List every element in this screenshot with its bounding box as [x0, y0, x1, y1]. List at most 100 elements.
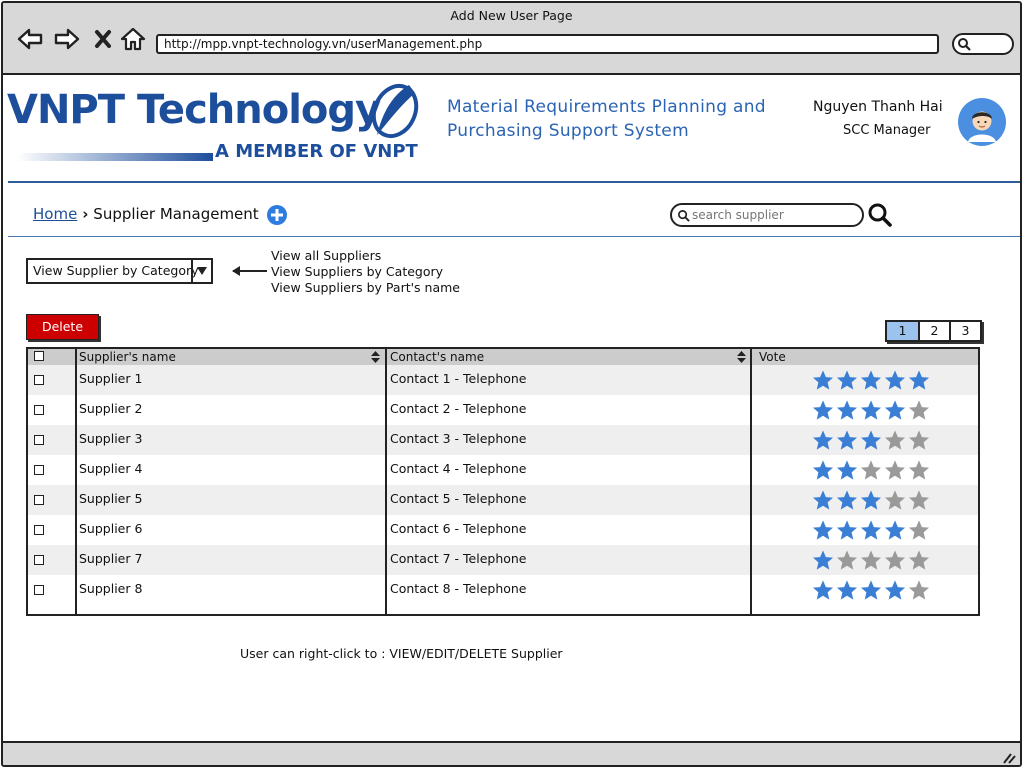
star-filled-icon[interactable]	[835, 519, 859, 541]
star-empty-icon[interactable]	[907, 489, 931, 511]
delete-button[interactable]: Delete	[26, 314, 99, 340]
star-empty-icon[interactable]	[883, 429, 907, 451]
column-header-supplier[interactable]: Supplier's name	[78, 349, 384, 365]
star-empty-icon[interactable]	[883, 489, 907, 511]
star-filled-icon[interactable]	[811, 489, 835, 511]
table-row[interactable]: Supplier 6 Contact 6 - Telephone	[28, 515, 978, 545]
row-checkbox[interactable]	[34, 465, 44, 475]
view-filter-select[interactable]: View Supplier by Category	[26, 258, 213, 284]
supplier-search-field[interactable]	[670, 203, 864, 227]
table-row[interactable]: Supplier 1 Contact 1 - Telephone	[28, 365, 978, 395]
vote-cell	[754, 395, 978, 425]
star-filled-icon[interactable]	[811, 429, 835, 451]
forward-arrow-icon[interactable]	[54, 27, 80, 51]
url-bar[interactable]: http://mpp.vnpt-technology.vn/userManage…	[156, 34, 939, 54]
star-rating[interactable]	[811, 369, 931, 391]
star-filled-icon[interactable]	[811, 369, 835, 391]
table-row[interactable]: Supplier 3 Contact 3 - Telephone	[28, 425, 978, 455]
star-filled-icon[interactable]	[835, 459, 859, 481]
star-empty-icon[interactable]	[907, 459, 931, 481]
star-filled-icon[interactable]	[883, 519, 907, 541]
table-row[interactable]: Supplier 2 Contact 2 - Telephone	[28, 395, 978, 425]
star-filled-icon[interactable]	[835, 579, 859, 601]
search-submit-button[interactable]	[867, 202, 893, 228]
sort-icon[interactable]	[371, 351, 380, 363]
supplier-name-cell: Supplier 8	[78, 575, 384, 605]
row-checkbox[interactable]	[34, 585, 44, 595]
filter-option-part-name[interactable]: View Suppliers by Part's name	[271, 280, 460, 296]
row-checkbox[interactable]	[34, 375, 44, 385]
table-row[interactable]: Supplier 4 Contact 4 - Telephone	[28, 455, 978, 485]
page-button-1[interactable]: 1	[887, 322, 918, 340]
star-empty-icon[interactable]	[907, 399, 931, 421]
page-button-3[interactable]: 3	[949, 322, 980, 340]
star-empty-icon[interactable]	[883, 549, 907, 571]
star-rating[interactable]	[811, 579, 931, 601]
contact-name-cell: Contact 5 - Telephone	[388, 485, 750, 515]
star-filled-icon[interactable]	[835, 399, 859, 421]
star-empty-icon[interactable]	[859, 549, 883, 571]
row-checkbox[interactable]	[34, 555, 44, 565]
filter-option-category[interactable]: View Suppliers by Category	[271, 264, 460, 280]
star-filled-icon[interactable]	[835, 429, 859, 451]
chevron-down-icon[interactable]	[191, 260, 211, 282]
supplier-name-cell: Supplier 3	[78, 425, 384, 455]
row-check-cell	[28, 395, 76, 425]
supplier-name-cell: Supplier 5	[78, 485, 384, 515]
page-button-2[interactable]: 2	[918, 322, 949, 340]
close-icon[interactable]	[92, 27, 118, 51]
star-rating[interactable]	[811, 489, 931, 511]
star-filled-icon[interactable]	[859, 369, 883, 391]
star-filled-icon[interactable]	[907, 369, 931, 391]
star-rating[interactable]	[811, 429, 931, 451]
star-rating[interactable]	[811, 459, 931, 481]
star-filled-icon[interactable]	[859, 399, 883, 421]
header-check-cell	[28, 349, 76, 365]
star-filled-icon[interactable]	[811, 399, 835, 421]
row-checkbox[interactable]	[34, 435, 44, 445]
star-filled-icon[interactable]	[859, 579, 883, 601]
table-row[interactable]: Supplier 5 Contact 5 - Telephone	[28, 485, 978, 515]
star-filled-icon[interactable]	[811, 459, 835, 481]
star-filled-icon[interactable]	[835, 369, 859, 391]
star-filled-icon[interactable]	[883, 579, 907, 601]
star-filled-icon[interactable]	[811, 579, 835, 601]
column-header-contact[interactable]: Contact's name	[388, 349, 750, 365]
add-supplier-button[interactable]	[266, 204, 288, 226]
star-filled-icon[interactable]	[859, 429, 883, 451]
star-filled-icon[interactable]	[811, 549, 835, 571]
row-checkbox[interactable]	[34, 495, 44, 505]
star-empty-icon[interactable]	[907, 549, 931, 571]
row-checkbox[interactable]	[34, 525, 44, 535]
star-filled-icon[interactable]	[883, 369, 907, 391]
user-avatar-icon[interactable]	[958, 98, 1006, 146]
resize-grip-icon[interactable]	[1002, 752, 1016, 764]
star-rating[interactable]	[811, 399, 931, 421]
star-empty-icon[interactable]	[907, 579, 931, 601]
star-filled-icon[interactable]	[859, 489, 883, 511]
browser-search-field[interactable]	[952, 33, 1014, 55]
breadcrumb: Home › Supplier Management	[33, 204, 259, 224]
star-empty-icon[interactable]	[907, 519, 931, 541]
table-row[interactable]: Supplier 7 Contact 7 - Telephone	[28, 545, 978, 575]
star-rating[interactable]	[811, 519, 931, 541]
row-checkbox[interactable]	[34, 405, 44, 415]
star-filled-icon[interactable]	[859, 519, 883, 541]
star-filled-icon[interactable]	[883, 399, 907, 421]
select-all-checkbox[interactable]	[34, 351, 44, 361]
filter-option-all[interactable]: View all Suppliers	[271, 248, 460, 264]
window-title: Add New User Page	[450, 8, 573, 23]
breadcrumb-home-link[interactable]: Home	[33, 205, 77, 223]
back-arrow-icon[interactable]	[17, 27, 43, 51]
table-row[interactable]: Supplier 8 Contact 8 - Telephone	[28, 575, 978, 605]
star-empty-icon[interactable]	[907, 429, 931, 451]
star-filled-icon[interactable]	[811, 519, 835, 541]
star-rating[interactable]	[811, 549, 931, 571]
star-empty-icon[interactable]	[859, 459, 883, 481]
supplier-search-input[interactable]	[692, 207, 852, 223]
star-filled-icon[interactable]	[835, 489, 859, 511]
home-icon[interactable]	[120, 27, 146, 51]
sort-icon[interactable]	[737, 351, 746, 363]
star-empty-icon[interactable]	[883, 459, 907, 481]
star-empty-icon[interactable]	[835, 549, 859, 571]
